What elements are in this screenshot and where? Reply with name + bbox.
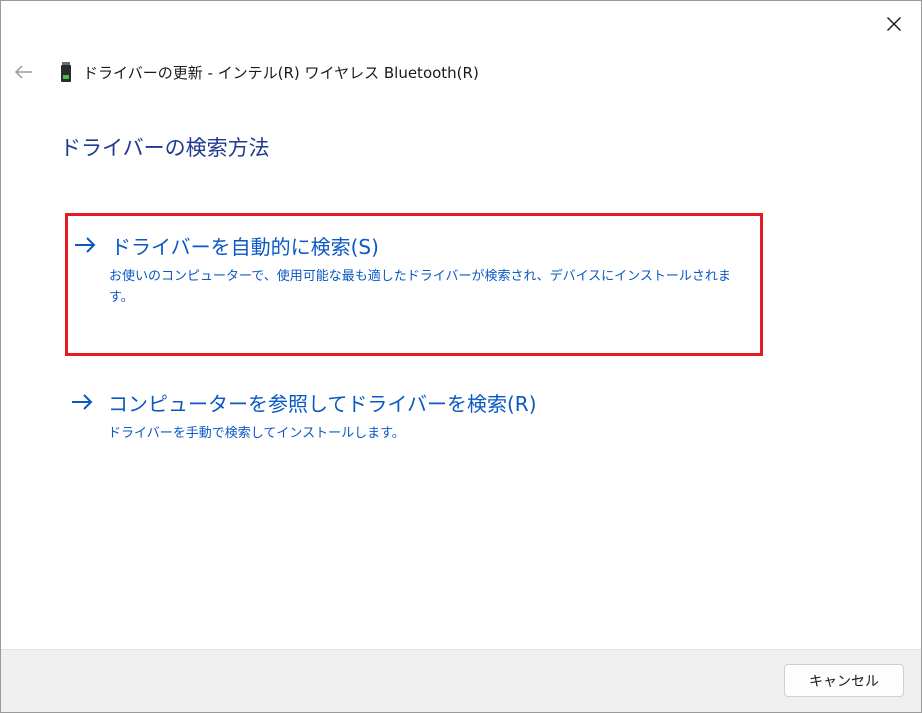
dialog-title: ドライバーの更新 - インテル(R) ワイヤレス Bluetooth(R) <box>83 63 479 82</box>
browse-computer-title: コンピューターを参照してドライバーを検索(R) <box>108 391 537 416</box>
browse-computer-description: ドライバーを手動で検索してインストールします。 <box>108 426 405 441</box>
dialog-window: ドライバーの更新 - インテル(R) ワイヤレス Bluetooth(R) ドラ… <box>0 0 922 713</box>
page-title: ドライバーの検索方法 <box>60 136 270 160</box>
cancel-button[interactable]: キャンセル <box>784 664 904 697</box>
right-arrow-icon <box>73 235 99 255</box>
close-icon <box>887 17 901 31</box>
header: ドライバーの更新 - インテル(R) ワイヤレス Bluetooth(R) <box>13 59 479 85</box>
search-automatically-option[interactable]: ドライバーを自動的に検索(S) お使いのコンピューターで、使用可能な最も適したド… <box>65 213 763 356</box>
search-automatically-description: お使いのコンピューターで、使用可能な最も適したドライバーが検索され、デバイスにイ… <box>109 269 731 305</box>
footer: キャンセル <box>1 649 921 712</box>
back-arrow-icon <box>14 65 32 79</box>
right-arrow-icon <box>70 392 96 412</box>
close-button[interactable] <box>877 9 911 39</box>
browse-computer-option[interactable]: コンピューターを参照してドライバーを検索(R) ドライバーを手動で検索してインス… <box>65 387 763 457</box>
back-button[interactable] <box>13 61 35 83</box>
usb-device-icon <box>61 62 71 82</box>
search-automatically-title: ドライバーを自動的に検索(S) <box>111 234 379 259</box>
